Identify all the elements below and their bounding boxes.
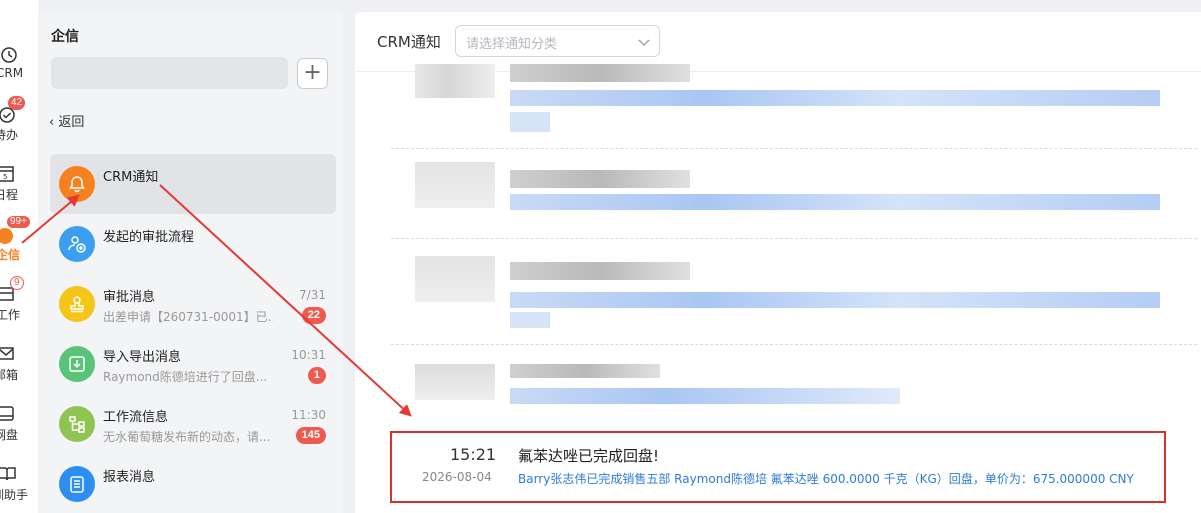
list-item-title: 审批消息 — [103, 290, 156, 305]
left-rail: CRM 42 待办 5 日程 99+ 企信 9 工作 邮箱 网盘 训助手 — [0, 0, 38, 513]
list-item-crm-notice[interactable]: CRM通知 — [50, 154, 336, 214]
unread-badge: 1 — [307, 367, 326, 384]
unread-badge: 22 — [301, 307, 326, 324]
notification-panel: CRM通知 请选择通知分类 15:21 氟苯达唑已完成回盘! 2026-08-0… — [355, 12, 1201, 513]
search-input[interactable] — [51, 57, 288, 89]
rail-label-qixin: 企信 — [0, 248, 21, 262]
list-item-report[interactable]: 报表消息 — [50, 454, 336, 513]
message-body-link[interactable]: Barry张志伟已完成销售五部 Raymond陈德培 氟苯达唑 600.0000… — [518, 470, 1134, 487]
back-label: 返回 — [58, 115, 85, 130]
panel-header: CRM通知 请选择通知分类 — [355, 12, 1201, 72]
list-item-time: 10:31 — [291, 348, 326, 362]
list-item-time: 11:30 — [291, 408, 326, 422]
svg-text:5: 5 — [3, 173, 7, 181]
rail-item-todo[interactable]: 42 待办 — [0, 96, 38, 152]
rail-label-assistant: 训助手 — [0, 488, 29, 502]
disk-icon — [0, 406, 14, 421]
rail-item-disk[interactable]: 网盘 — [0, 402, 38, 452]
list-item-title: 报表消息 — [103, 470, 156, 485]
mail-icon — [0, 347, 14, 360]
stamp-icon — [59, 286, 95, 322]
rail-item-calendar[interactable]: 5 日程 — [0, 162, 38, 212]
rail-label-disk: 网盘 — [0, 428, 19, 442]
list-item-title: 工作流信息 — [103, 410, 169, 425]
message-divider — [391, 148, 1197, 149]
message-date: 2026-08-04 — [422, 470, 492, 484]
chevron-left-icon: ‹ — [49, 115, 55, 130]
rail-item-mail[interactable]: 邮箱 — [0, 342, 38, 392]
rail-label-calendar: 日程 — [0, 188, 19, 202]
book-icon — [0, 467, 16, 481]
bell-icon — [59, 166, 95, 202]
category-select[interactable]: 请选择通知分类 — [455, 25, 660, 57]
list-item-workflow[interactable]: 工作流信息 无水葡萄糖发布新的动态，请... 11:30 145 — [50, 394, 336, 454]
rail-badge-work: 9 — [10, 276, 24, 290]
rail-label-mail: 邮箱 — [0, 368, 19, 382]
rail-label-crm: CRM — [0, 66, 24, 80]
page-title: CRM通知 — [377, 33, 441, 51]
list-item-preview: Raymond陈德培进行了回盘... — [103, 370, 268, 384]
crm-notification-message[interactable]: 15:21 氟苯达唑已完成回盘! 2026-08-04 Barry张志伟已完成销… — [390, 431, 1166, 503]
rail-label-todo: 待办 — [0, 128, 19, 142]
download-icon — [59, 346, 95, 382]
chevron-down-icon — [638, 39, 650, 46]
list-item-import-export[interactable]: 导入导出消息 Raymond陈德培进行了回盘... 10:31 1 — [50, 334, 336, 394]
list-item-preview: 出差申请【260731-0001】已... — [103, 310, 273, 324]
flow-icon — [59, 406, 95, 442]
rail-item-qixin[interactable]: 99+ 企信 — [0, 215, 38, 272]
list-item-title: CRM通知 — [103, 170, 159, 185]
conversation-panel: 企信 + ‹ 返回 CRM通知 发起的审批流程 审批消息 出差申请【260731… — [38, 12, 343, 513]
rail-item-work[interactable]: 9 工作 — [0, 276, 38, 332]
list-item-approval-flow[interactable]: 发起的审批流程 — [50, 214, 336, 274]
unread-badge: 145 — [295, 427, 326, 444]
list-item-title: 发起的审批流程 — [103, 230, 195, 245]
rail-item-assistant[interactable]: 训助手 — [0, 462, 38, 512]
back-button[interactable]: ‹ 返回 — [49, 111, 84, 130]
message-divider — [391, 344, 1197, 345]
select-placeholder: 请选择通知分类 — [466, 37, 558, 52]
calendar-icon: 5 — [0, 166, 14, 182]
message-time: 15:21 — [450, 445, 497, 464]
user-add-icon — [59, 226, 95, 262]
list-item-time: 7/31 — [299, 288, 326, 302]
rail-item-crm[interactable]: CRM — [0, 42, 38, 92]
message-divider — [391, 238, 1197, 239]
rail-label-work: 工作 — [0, 308, 21, 322]
report-icon — [59, 466, 95, 502]
add-button[interactable]: + — [297, 58, 328, 89]
clock-icon — [1, 47, 17, 63]
message-title: 氟苯达唑已完成回盘! — [518, 447, 660, 465]
panel-title: 企信 — [51, 29, 79, 45]
list-item-preview: 无水葡萄糖发布新的动态，请... — [103, 430, 271, 444]
list-item-title: 导入导出消息 — [103, 350, 182, 365]
rail-badge-qixin: 99+ — [6, 215, 31, 229]
list-item-approval-msg[interactable]: 审批消息 出差申请【260731-0001】已... 7/31 22 — [50, 274, 336, 334]
rail-badge-todo: 42 — [8, 96, 26, 110]
